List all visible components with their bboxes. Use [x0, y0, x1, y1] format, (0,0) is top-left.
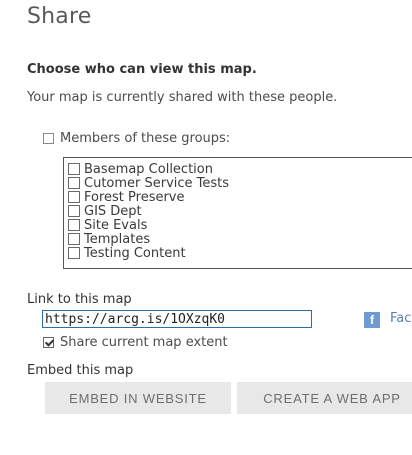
group-item[interactable]: Testing Content	[68, 245, 412, 261]
embed-in-website-button[interactable]: EMBED IN WEBSITE	[45, 382, 231, 414]
map-link-input[interactable]	[42, 310, 312, 328]
group-label: Forest Preserve	[84, 189, 185, 205]
groups-list: Basemap Collection Cutomer Service Tests…	[63, 157, 412, 269]
groups-checkbox[interactable]	[43, 133, 54, 144]
group-label: GIS Dept	[84, 203, 142, 219]
visibility-heading: Choose who can view this map.	[27, 62, 257, 77]
group-label: Testing Content	[84, 245, 186, 261]
groups-option[interactable]: Members of these groups:	[43, 131, 230, 146]
group-label: Site Evals	[84, 217, 148, 233]
share-extent-label: Share current map extent	[60, 335, 228, 350]
group-item[interactable]: Forest Preserve	[68, 189, 412, 205]
dialog-title: Share	[27, 4, 92, 29]
embed-heading: Embed this map	[27, 363, 134, 378]
share-extent-option[interactable]: Share current map extent	[43, 335, 228, 350]
sharing-status-text: Your map is currently shared with these …	[27, 90, 338, 105]
link-heading: Link to this map	[27, 292, 132, 307]
group-checkbox[interactable]	[68, 219, 80, 231]
group-checkbox[interactable]	[68, 247, 80, 259]
facebook-icon[interactable]: f	[364, 312, 380, 328]
group-checkbox[interactable]	[68, 191, 80, 203]
groups-option-label: Members of these groups:	[60, 131, 231, 146]
group-item[interactable]: GIS Dept	[68, 203, 412, 219]
group-label: Cutomer Service Tests	[84, 175, 230, 191]
group-item[interactable]: Site Evals	[68, 217, 412, 233]
group-item[interactable]: Cutomer Service Tests	[68, 175, 412, 191]
group-checkbox[interactable]	[68, 233, 80, 245]
group-checkbox[interactable]	[68, 205, 80, 217]
facebook-share-link[interactable]: Fac	[390, 311, 411, 326]
group-item[interactable]: Templates	[68, 231, 412, 247]
group-label: Templates	[84, 231, 151, 247]
group-checkbox[interactable]	[68, 177, 80, 189]
share-extent-checkbox[interactable]	[43, 337, 54, 348]
group-checkbox[interactable]	[68, 163, 80, 175]
group-item[interactable]: Basemap Collection	[68, 161, 412, 177]
create-web-app-button[interactable]: CREATE A WEB APP	[237, 382, 412, 414]
group-label: Basemap Collection	[84, 161, 213, 177]
